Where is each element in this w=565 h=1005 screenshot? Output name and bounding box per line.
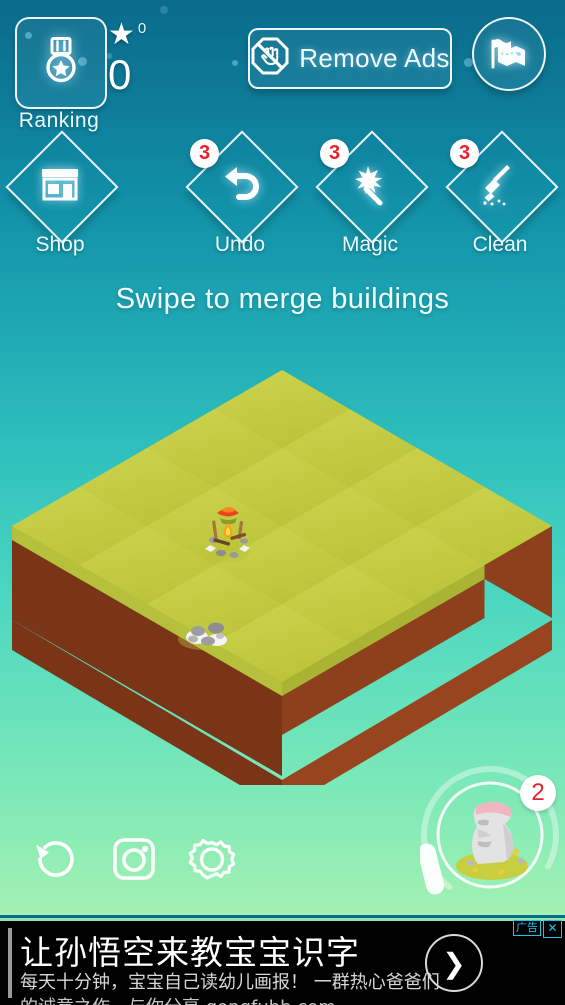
ranking-button[interactable] <box>15 17 107 109</box>
tool-label-clean: Clean <box>472 233 528 256</box>
ad-label: 广告 <box>513 920 541 936</box>
restart-icon <box>29 832 83 891</box>
score-display: ★ 0 0 <box>108 18 188 102</box>
tool-row: Shop 3 Undo 3 Magic 3 Clean <box>0 130 565 268</box>
game-board[interactable] <box>0 355 565 810</box>
tool-clean[interactable]: 3 Clean <box>440 130 560 268</box>
ad-top-divider <box>0 918 565 921</box>
board-tiles <box>12 370 552 776</box>
ad-accent-rule <box>8 928 12 998</box>
bottom-controls <box>0 825 300 905</box>
tool-undo[interactable]: 3 Undo <box>180 130 300 268</box>
moai-statue-icon <box>456 801 528 880</box>
no-ads-icon <box>250 36 290 81</box>
tool-badge-magic: 3 <box>320 139 349 168</box>
ranking-label: Ranking <box>18 109 100 132</box>
tool-label-shop: Shop <box>35 233 85 256</box>
ad-subtitle-line-1: 每天十分钟，宝宝自己读幼儿画报！ 一群热心爸爸们 <box>20 972 440 993</box>
next-building-preview[interactable]: 2 <box>417 765 560 905</box>
star-icon: ★ <box>108 18 135 51</box>
ad-cta-button[interactable]: ❯ <box>425 934 483 992</box>
medal-icon <box>38 35 84 92</box>
best-score-value: 0 <box>137 20 147 37</box>
screenshot-button[interactable] <box>98 825 170 897</box>
camera-icon <box>107 832 161 891</box>
map-button[interactable] <box>472 17 546 91</box>
restart-button[interactable] <box>20 825 92 897</box>
gear-icon <box>184 831 240 892</box>
settings-button[interactable] <box>176 825 248 897</box>
game-screen: Ranking ★ 0 0 Remove Ads Shop 3 Undo 3 M… <box>0 0 565 1005</box>
shop-icon <box>0 147 120 223</box>
tool-badge-clean: 3 <box>450 139 479 168</box>
ad-subtitle-line-2: 的诚意之作，与你分享 gongfubb.com <box>20 993 336 1005</box>
tool-badge-undo: 3 <box>190 139 219 168</box>
next-building-badge: 2 <box>520 775 556 811</box>
top-bar: Ranking ★ 0 0 Remove Ads <box>0 0 565 140</box>
ad-close-button[interactable]: ✕ <box>543 920 562 938</box>
tool-magic[interactable]: 3 Magic <box>310 130 430 268</box>
tool-label-magic: Magic <box>341 233 399 256</box>
tool-shop[interactable]: Shop <box>0 130 120 268</box>
tool-label-undo: Undo <box>214 233 266 256</box>
hint-text: Swipe to merge buildings <box>115 283 450 315</box>
remove-ads-label: Remove Ads <box>299 43 450 73</box>
remove-ads-button[interactable]: Remove Ads <box>248 28 452 89</box>
ad-banner[interactable]: 让孙悟空来教宝宝识字 每天十分钟，宝宝自己读幼儿画报！ 一群热心爸爸们 的诚意之… <box>0 918 565 1005</box>
ad-title: 让孙悟空来教宝宝识字 <box>20 933 360 972</box>
chevron-right-icon: ❯ <box>442 947 466 979</box>
best-score-row: ★ 0 <box>108 18 147 51</box>
current-score-value: 0 <box>108 51 132 98</box>
map-flag-icon <box>488 32 530 77</box>
